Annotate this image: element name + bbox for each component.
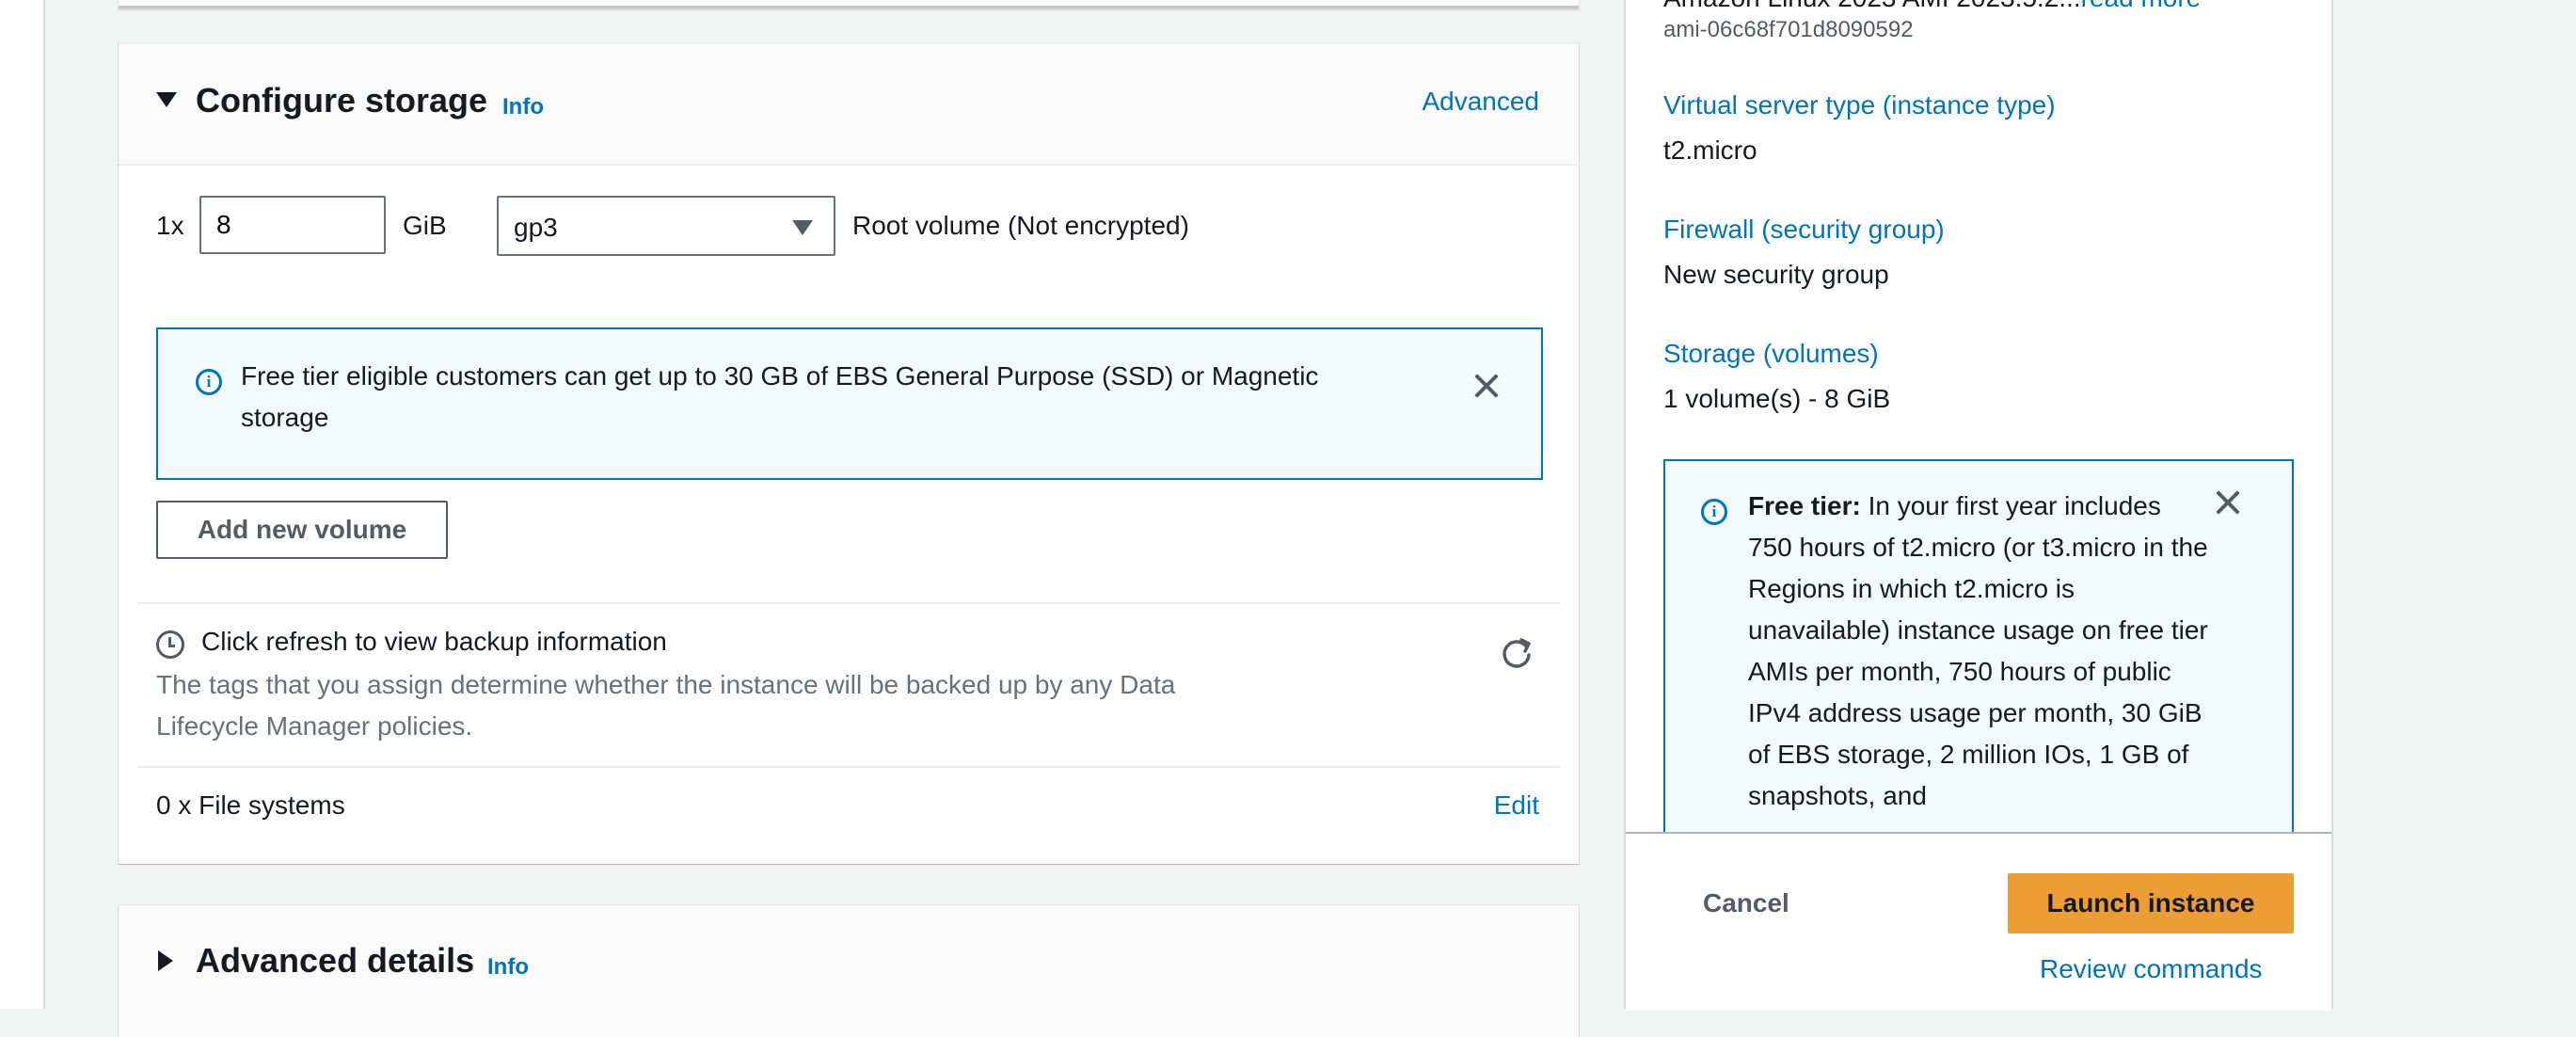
advanced-link[interactable]: Advanced <box>1422 87 1539 117</box>
advanced-details-card[interactable]: Advanced details Info <box>119 905 1579 1037</box>
volume-row: 1x GiB gp3 Root volume (Not encrypted) <box>156 196 1473 256</box>
divider <box>137 766 1560 768</box>
summary-footer: Cancel Launch instance Review commands <box>1626 832 2331 1011</box>
storage-volumes-value: 1 volume(s) - 8 GiB <box>1663 384 1891 413</box>
info-link[interactable]: Info <box>502 94 544 120</box>
right-background <box>2333 0 2576 1009</box>
section-title: Configure storage <box>196 81 488 120</box>
firewall-link[interactable]: Firewall (security group) <box>1663 215 1945 245</box>
divider <box>137 602 1560 604</box>
instance-type-value: t2.micro <box>1663 136 1757 165</box>
info-circle-icon: i <box>1701 499 1727 525</box>
caret-down-icon[interactable] <box>156 92 177 107</box>
ami-name: Amazon Linux 2023 AMI 2023.5.2...read mo… <box>1663 0 2201 13</box>
caret-right-icon[interactable] <box>158 950 173 971</box>
previous-section-card <box>119 0 1579 8</box>
backup-description: The tags that you assign determine wheth… <box>156 670 1176 741</box>
volume-unit: GiB <box>403 211 447 240</box>
volume-type-select[interactable]: gp3 <box>497 196 835 256</box>
add-new-volume-button[interactable]: Add new volume <box>156 501 448 559</box>
info-link[interactable]: Info <box>487 954 529 981</box>
left-nav-strip <box>0 0 45 1009</box>
select-arrow-icon <box>792 220 813 235</box>
instance-type-link[interactable]: Virtual server type (instance type) <box>1663 90 2056 120</box>
volume-size-input[interactable] <box>199 196 386 254</box>
close-icon[interactable] <box>1470 369 1503 403</box>
file-systems-label: 0 x File systems <box>156 790 345 820</box>
configure-storage-header[interactable]: Configure storage Info Advanced <box>119 43 1579 166</box>
free-tier-storage-alert: i Free tier eligible customers can get u… <box>156 327 1543 480</box>
info-circle-icon: i <box>196 369 222 395</box>
close-icon[interactable] <box>2211 486 2245 519</box>
configure-storage-card: Configure storage Info Advanced 1x GiB g… <box>119 43 1579 864</box>
edit-file-systems-link[interactable]: Edit <box>1494 790 1539 821</box>
clock-icon <box>156 630 184 659</box>
free-tier-alert: i Free tier: In your first year includes… <box>1663 459 2294 854</box>
ami-name-text: Amazon Linux 2023 AMI 2023.5.2... <box>1663 0 2081 12</box>
free-tier-body: In your first year includes 750 hours of… <box>1748 491 2208 810</box>
storage-volumes-link[interactable]: Storage (volumes) <box>1663 339 1879 369</box>
backup-title: Click refresh to view backup information <box>201 627 667 656</box>
alert-text: Free tier eligible customers can get up … <box>241 361 1319 432</box>
free-tier-title: Free tier: <box>1748 491 1861 520</box>
root-volume-label: Root volume (Not encrypted) <box>852 211 1189 240</box>
volume-type-value: gp3 <box>514 213 558 242</box>
refresh-icon[interactable] <box>1498 634 1535 672</box>
firewall-value: New security group <box>1663 260 1889 289</box>
summary-panel: Amazon Linux 2023 AMI 2023.5.2...read mo… <box>1624 0 2333 1011</box>
launch-instance-button[interactable]: Launch instance <box>2008 873 2294 933</box>
volume-multiplier: 1x <box>156 211 184 240</box>
section-title: Advanced details <box>196 941 475 980</box>
read-more-link[interactable]: read more <box>2081 0 2202 12</box>
ami-id: ami-06c68f701d8090592 <box>1663 17 1914 42</box>
review-commands-link[interactable]: Review commands <box>2040 954 2263 984</box>
free-tier-text: Free tier: In your first year includes 7… <box>1748 486 2209 817</box>
cancel-button[interactable]: Cancel <box>1703 888 1789 918</box>
